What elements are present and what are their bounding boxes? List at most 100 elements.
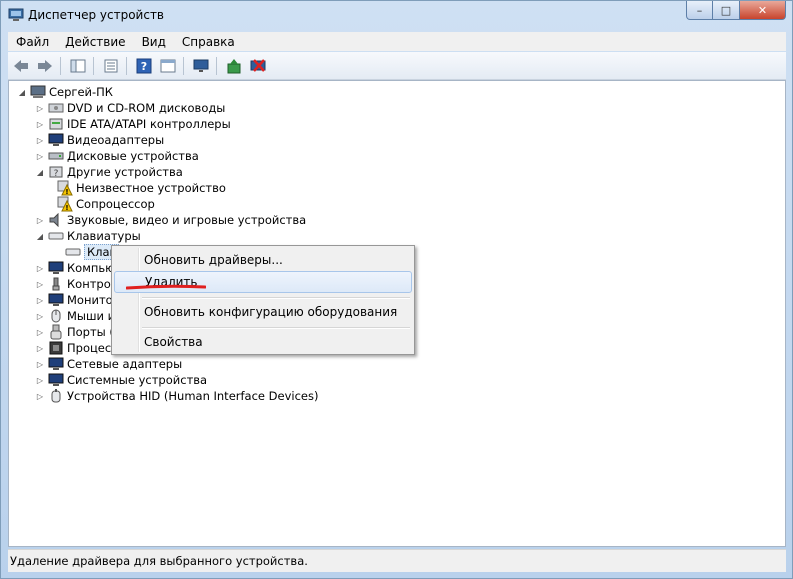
window-title: Диспетчер устройств	[28, 8, 165, 22]
status-bar: Удаление драйвера для выбранного устройс…	[8, 549, 786, 572]
tree-item-label: Клавиатуры	[67, 229, 141, 243]
tree-item-label: Устройства HID (Human Interface Devices)	[67, 389, 319, 403]
tree-item[interactable]: ▷ Устройства HID (Human Interface Device…	[35, 388, 318, 404]
tree-item[interactable]: ▷ Процесс	[35, 340, 118, 356]
menu-help[interactable]: Справка	[174, 35, 243, 49]
tree-item-label: Звуковые, видео и игровые устройства	[67, 213, 307, 227]
collapse-icon[interactable]: ◢	[17, 87, 27, 97]
status-text: Удаление драйвера для выбранного устройс…	[10, 554, 308, 568]
menu-file[interactable]: Файл	[8, 35, 57, 49]
expand-icon[interactable]: ▷	[35, 343, 45, 353]
expand-icon[interactable]: ▷	[35, 279, 45, 289]
title-bar[interactable]: Диспетчер устройств – □ ✕	[1, 1, 792, 31]
tree-item[interactable]: ▷ Порты (	[35, 324, 114, 340]
menu-view[interactable]: Вид	[134, 35, 174, 49]
expand-icon[interactable]: ▷	[35, 327, 45, 337]
toolbar-separator	[126, 56, 127, 75]
show-hide-tree-icon[interactable]	[67, 55, 89, 77]
ide-controller-icon	[48, 116, 64, 132]
expand-icon[interactable]: ▷	[35, 119, 45, 129]
speaker-icon	[48, 212, 64, 228]
disk-drive-icon	[48, 148, 64, 164]
expand-icon[interactable]: ▷	[35, 135, 45, 145]
collapse-icon[interactable]: ◢	[35, 167, 45, 177]
port-icon	[48, 324, 64, 340]
expand-icon[interactable]: ▷	[35, 263, 45, 273]
tree-item[interactable]: ▷ Звуковые, видео и игровые устройства	[35, 212, 306, 228]
other-devices-icon: ?	[48, 164, 64, 180]
tree-item-label: DVD и CD-ROM дисководы	[67, 101, 226, 115]
menu-bar: Файл Действие Вид Справка	[8, 32, 786, 51]
expand-icon[interactable]: ▷	[35, 151, 45, 161]
close-icon: ✕	[757, 3, 768, 17]
toolbar-separator	[216, 56, 217, 75]
expand-icon[interactable]: ▷	[35, 215, 45, 225]
menu-item-update-drivers[interactable]: Обновить драйверы...	[114, 249, 412, 271]
help-icon[interactable]: ?	[133, 55, 155, 77]
tree-item-label: Дисковые устройства	[67, 149, 199, 163]
svg-text:!: !	[65, 204, 68, 212]
forward-icon[interactable]	[34, 55, 56, 77]
tree-item[interactable]: ▷ Видеоадаптеры	[35, 132, 164, 148]
tree-item[interactable]: ▷ Компью	[35, 260, 115, 276]
tree-root-label: Сергей-ПК	[49, 85, 113, 99]
tree-item-label: Другие устройства	[67, 165, 183, 179]
maximize-icon: □	[720, 3, 732, 17]
toolbar-separator	[183, 56, 184, 75]
monitor-icon	[48, 292, 64, 308]
svg-text:?: ?	[54, 169, 59, 179]
close-button[interactable]: ✕	[740, 1, 786, 20]
uninstall-icon[interactable]	[247, 55, 269, 77]
properties-icon[interactable]	[100, 55, 122, 77]
tree-item[interactable]: ▷ Системные устройства	[35, 372, 207, 388]
menu-item-scan-hardware[interactable]: Обновить конфигурацию оборудования	[114, 301, 412, 323]
update-driver-icon[interactable]	[223, 55, 245, 77]
tree-item-label: Компью	[67, 261, 115, 275]
tree-item-label: Сетевые адаптеры	[67, 357, 183, 371]
expand-icon[interactable]: ▷	[35, 103, 45, 113]
mouse-icon	[48, 308, 64, 324]
svg-text:!: !	[65, 188, 68, 196]
menu-item-label: Обновить конфигурацию оборудования	[144, 305, 398, 319]
menu-item-properties[interactable]: Свойства	[114, 331, 412, 353]
minimize-button[interactable]: –	[686, 1, 713, 20]
tree-item[interactable]: ▷ Мыши и	[35, 308, 115, 324]
expand-icon[interactable]: ▷	[35, 391, 45, 401]
dvd-drive-icon	[48, 100, 64, 116]
tree-item-label: Неизвестное устройство	[76, 181, 226, 195]
menu-action[interactable]: Действие	[57, 35, 133, 49]
expand-icon[interactable]: ▷	[35, 359, 45, 369]
expand-icon[interactable]: ▷	[35, 295, 45, 305]
tree-root[interactable]: ◢ Сергей-ПК	[17, 84, 113, 100]
collapse-icon[interactable]: ◢	[35, 231, 45, 241]
tree-item[interactable]: ▷ IDE ATA/ATAPI контроллеры	[35, 116, 231, 132]
tree-item[interactable]: ▷ Сетевые адаптеры	[35, 356, 182, 372]
back-icon[interactable]	[10, 55, 32, 77]
keyboard-icon	[48, 228, 64, 244]
keyboard-icon	[65, 244, 81, 260]
expand-icon[interactable]: ▷	[35, 375, 45, 385]
menu-item-label: Свойства	[144, 335, 203, 349]
toolbar: ?	[8, 52, 786, 80]
tree-item[interactable]: ▷ Монито	[35, 292, 113, 308]
view-icon[interactable]	[157, 55, 179, 77]
tree-item-label: Видеоадаптеры	[67, 133, 165, 147]
tree-item[interactable]: ◢ Клавиатуры	[35, 228, 141, 244]
tree-item-label: Сопроцессор	[76, 197, 155, 211]
tree-item-label: IDE ATA/ATAPI контроллеры	[67, 117, 231, 131]
svg-text:?: ?	[141, 60, 147, 73]
tree-item[interactable]: ▷ Дисковые устройства	[35, 148, 199, 164]
monitor-scan-icon[interactable]	[190, 55, 212, 77]
processor-icon	[48, 340, 64, 356]
tree-item-label: Мыши и	[67, 309, 116, 323]
maximize-button[interactable]: □	[713, 1, 740, 20]
tree-item-label: Системные устройства	[67, 373, 208, 387]
tree-item[interactable]: ! Неизвестное устройство	[57, 180, 226, 196]
tree-item[interactable]: ◢ ? Другие устройства	[35, 164, 183, 180]
tree-item[interactable]: ▷ DVD и CD-ROM дисководы	[35, 100, 225, 116]
system-devices-icon	[48, 372, 64, 388]
expand-icon[interactable]: ▷	[35, 311, 45, 321]
tree-item[interactable]: ! Сопроцессор	[57, 196, 155, 212]
warning-device-icon: !	[57, 180, 73, 196]
tree-item[interactable]: ▷ Контрол	[35, 276, 118, 292]
